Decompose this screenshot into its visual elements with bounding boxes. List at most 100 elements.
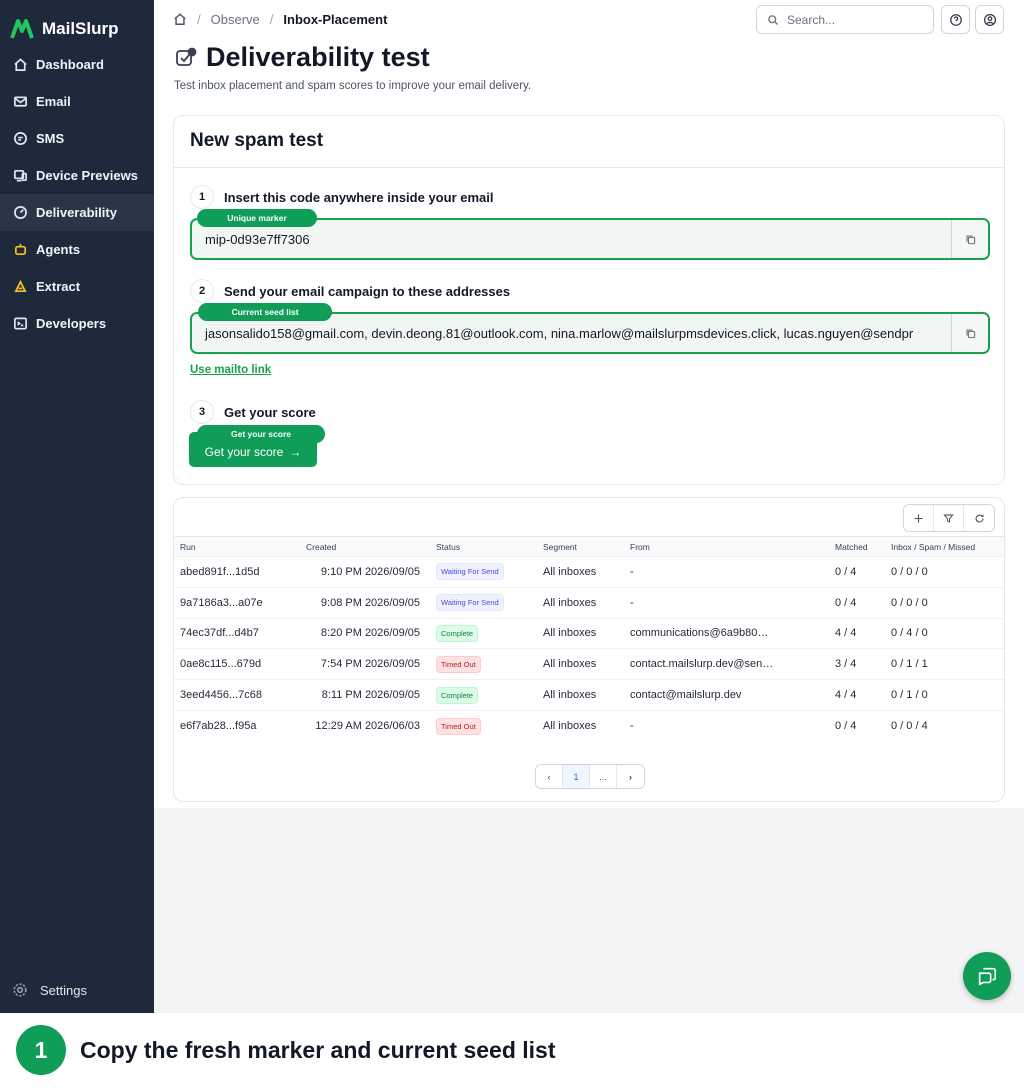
- filter-icon: [943, 514, 954, 523]
- page-subtitle: Test inbox placement and spam scores to …: [174, 80, 532, 92]
- runs-table-card: Run Created Status Segment From Matched …: [173, 497, 1005, 802]
- status-badge: Waiting For Send: [436, 594, 504, 612]
- inbox-spam-missed-cell: 0 / 4 / 0: [885, 617, 1004, 649]
- sidebar-item-agents[interactable]: Agents: [0, 231, 154, 268]
- matched-cell: 0 / 4: [829, 586, 885, 619]
- terminal-icon: [12, 316, 28, 332]
- sidebar-item-developers[interactable]: Developers: [0, 305, 154, 342]
- segment-cell: All inboxes: [537, 586, 624, 619]
- breadcrumb-current: Inbox-Placement: [283, 11, 388, 27]
- get-score-label: Get your score: [204, 444, 284, 459]
- table-row[interactable]: 74ec37df...d4b7 8:20 PM 2026/09/05 Complet…: [174, 617, 1004, 649]
- caption-text: Copy the fresh marker and current seed l…: [80, 1036, 556, 1063]
- seed-list-value[interactable]: jasonsalido158@gmail.com, devin.deong.81…: [192, 326, 951, 341]
- run-id-cell: 9a7186a3...a07e: [174, 586, 300, 619]
- plus-icon: [914, 513, 923, 523]
- status-cell: Waiting For Send: [430, 556, 537, 588]
- home-icon[interactable]: [173, 12, 187, 26]
- inbox-spam-missed-cell: 0 / 0 / 0: [885, 586, 1004, 619]
- sidebar: MailSlurp Dashboard Email SMS Device Pre…: [0, 0, 154, 1013]
- chat-support-button[interactable]: [963, 952, 1011, 1000]
- mailto-link[interactable]: Use mailto link: [190, 364, 271, 376]
- column-header[interactable]: From: [624, 536, 829, 557]
- next-page-button[interactable]: ›: [617, 765, 644, 788]
- add-button[interactable]: [904, 505, 934, 531]
- run-id-cell: e6f7ab28...f95a: [174, 709, 300, 742]
- segment-cell: All inboxes: [537, 617, 624, 649]
- sidebar-item-device-previews[interactable]: Device Previews: [0, 157, 154, 194]
- get-score-pill: Get your score: [197, 425, 325, 443]
- from-cell: -: [624, 586, 829, 619]
- chat-bubble-icon: [978, 967, 997, 986]
- created-cell: 8:11 PM 2026/09/05: [300, 679, 430, 711]
- segment-cell: All inboxes: [537, 679, 624, 711]
- matched-cell: 0 / 4: [829, 709, 885, 742]
- table-row[interactable]: 9a7186a3...a07e 9:08 PM 2026/09/05 Waiting…: [174, 586, 1004, 619]
- column-header[interactable]: Created: [300, 536, 430, 557]
- step-label: Send your email campaign to these addres…: [224, 283, 511, 299]
- new-spam-test-card: New spam test 1 Insert this code anywher…: [173, 115, 1005, 485]
- inbox-spam-missed-cell: 0 / 1 / 1: [885, 648, 1004, 680]
- created-cell: 9:08 PM 2026/09/05: [300, 586, 430, 619]
- column-header[interactable]: Inbox / Spam / Missed: [885, 536, 1004, 557]
- sidebar-item-label: Agents: [36, 242, 81, 257]
- table-row[interactable]: abed891f...1d5d 9:10 PM 2026/09/05 Waiting…: [174, 556, 1004, 588]
- mail-icon: [12, 94, 28, 110]
- copy-seed-list-button[interactable]: [951, 314, 988, 352]
- logo[interactable]: MailSlurp: [0, 0, 154, 46]
- runs-table: Run Created Status Segment From Matched …: [174, 536, 1004, 742]
- help-button[interactable]: [941, 5, 970, 34]
- from-cell: contact.mailslurp.dev@sen…: [624, 648, 829, 680]
- unique-marker-value[interactable]: mip-0d93e7ff7306: [192, 232, 951, 247]
- matched-cell: 3 / 4: [829, 648, 885, 680]
- run-id-cell: 74ec37df...d4b7: [174, 617, 300, 649]
- table-row[interactable]: 0ae8c115...679d 7:54 PM 2026/09/05 Timed O…: [174, 648, 1004, 680]
- status-badge: Timed Out: [436, 717, 481, 735]
- account-button[interactable]: [975, 5, 1004, 34]
- search-input[interactable]: [787, 12, 917, 27]
- chat-icon: [12, 131, 28, 147]
- sidebar-item-sms[interactable]: SMS: [0, 120, 154, 157]
- breadcrumb-observe[interactable]: Observe: [211, 12, 260, 27]
- sidebar-item-deliverability[interactable]: Deliverability: [0, 194, 154, 231]
- mailslurp-logo-icon: [10, 19, 34, 39]
- run-id-cell: 3eed4456...7c68: [174, 679, 300, 711]
- sidebar-item-settings[interactable]: Settings: [12, 982, 87, 998]
- gear-icon: [13, 983, 27, 997]
- column-header[interactable]: Run: [174, 536, 300, 557]
- created-cell: 12:29 AM 2026/06/03: [300, 709, 430, 742]
- table-row[interactable]: e6f7ab28...f95a 12:29 AM 2026/06/03 Timed …: [174, 709, 1004, 742]
- step-3: 3 Get your score: [190, 400, 316, 424]
- settings-label: Settings: [40, 982, 87, 998]
- refresh-icon: [975, 514, 983, 523]
- prev-page-button[interactable]: ‹: [536, 765, 563, 788]
- column-header[interactable]: Segment: [537, 536, 624, 557]
- sidebar-item-dashboard[interactable]: Dashboard: [0, 46, 154, 83]
- step-label: Insert this code anywhere inside your em…: [224, 189, 494, 205]
- sidebar-item-email[interactable]: Email: [0, 83, 154, 120]
- search-icon: [768, 14, 778, 25]
- chevron-right-icon: ›: [629, 771, 632, 782]
- copy-icon: [966, 235, 975, 244]
- copy-marker-button[interactable]: [951, 220, 988, 258]
- home-icon: [12, 57, 28, 73]
- column-header[interactable]: Status: [430, 536, 537, 557]
- copy-icon: [966, 329, 975, 338]
- segment-cell: All inboxes: [537, 556, 624, 588]
- step-1: 1 Insert this code anywhere inside your …: [190, 185, 493, 209]
- column-header[interactable]: Matched: [829, 536, 885, 557]
- search-box[interactable]: [756, 5, 934, 34]
- segment-cell: All inboxes: [537, 709, 624, 742]
- refresh-button[interactable]: [964, 505, 994, 531]
- table-row[interactable]: 3eed4456...7c68 8:11 PM 2026/09/05 Complet…: [174, 679, 1004, 711]
- filter-button[interactable]: [934, 505, 964, 531]
- created-cell: 9:10 PM 2026/09/05: [300, 556, 430, 588]
- sidebar-item-extract[interactable]: Extract: [0, 268, 154, 305]
- page-button[interactable]: 1: [563, 765, 590, 788]
- main-content: / Observe / Inbox-Placement Deliverabili…: [154, 0, 1024, 1013]
- card-heading: New spam test: [174, 116, 1004, 168]
- step-2: 2 Send your email campaign to these addr…: [190, 279, 510, 303]
- caption-step-number: 1: [16, 1025, 66, 1075]
- status-cell: Complete: [430, 679, 537, 711]
- sidebar-item-label: Deliverability: [36, 205, 117, 220]
